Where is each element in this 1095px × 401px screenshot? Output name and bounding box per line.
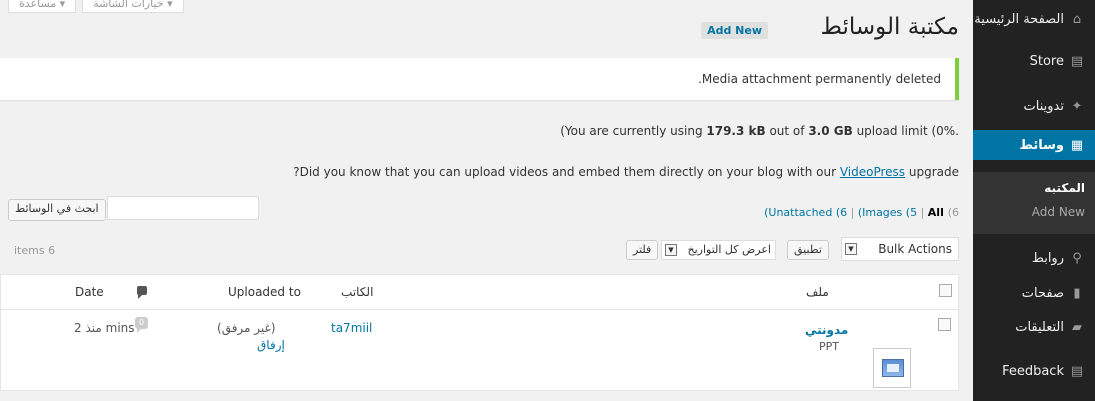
videopress-text-before: ?Did you know that you can upload videos… xyxy=(293,165,840,179)
filter-count: (6 xyxy=(947,206,959,219)
sidebar-item-comments[interactable]: التعليقات ▰ xyxy=(973,312,1095,342)
filter-count: (5 xyxy=(905,206,918,219)
filter-label: (Unattached xyxy=(764,206,833,219)
search-media-button[interactable]: ابحث في الوسائط xyxy=(8,199,106,221)
dropdown-arrow-icon: ▼ xyxy=(665,244,677,256)
media-icon: ▦ xyxy=(1070,137,1084,153)
notice-text: .Media attachment permanently deleted xyxy=(698,72,941,86)
usage-prefix: (You are currently using xyxy=(560,124,707,138)
usage-limit: 3.0 GB xyxy=(808,124,853,138)
sidebar-item-label: الصفحة الرئيسية xyxy=(974,11,1064,27)
filter-label: (Images xyxy=(857,206,903,219)
sidebar-item-label: روابط xyxy=(1031,250,1064,266)
sidebar-item-feedback[interactable]: Feedback ▤ xyxy=(973,356,1095,386)
media-search-input[interactable] xyxy=(107,196,259,220)
sidebar-item-label: صفحات xyxy=(1021,285,1064,301)
main-content: مساعدة ▾ خيارات الشاشة ▾ مكتبة الوسائط A… xyxy=(0,0,965,401)
upload-usage-text: (You are currently using 179.3 kB out of… xyxy=(560,124,959,138)
usage-used: 179.3 kB xyxy=(706,124,766,138)
screen-meta-tabs: مساعدة ▾ خيارات الشاشة ▾ xyxy=(8,0,184,13)
filter-count: (6 xyxy=(835,206,848,219)
column-header-file[interactable]: ملف xyxy=(806,285,829,299)
submenu-item-library[interactable]: المكتبه xyxy=(973,176,1095,200)
filter-label: All xyxy=(927,206,944,219)
filter-separator: | xyxy=(847,206,858,219)
help-tab[interactable]: مساعدة ▾ xyxy=(8,0,77,13)
column-header-author: الكاتب xyxy=(341,285,374,299)
page-icon: ▮ xyxy=(1073,285,1081,301)
uploaded-to-text: (غير مرفق) xyxy=(217,321,276,335)
select-all-checkbox[interactable] xyxy=(939,284,952,297)
videopress-promo: ?Did you know that you can upload videos… xyxy=(293,165,959,179)
row-checkbox[interactable] xyxy=(938,318,951,331)
cart-icon: ▤ xyxy=(1070,53,1084,69)
sidebar-item-label: تدوينات xyxy=(1023,98,1064,114)
add-new-button[interactable]: Add New xyxy=(701,22,768,39)
upload-date: منذ 2 mins xyxy=(74,321,135,335)
videopress-link[interactable]: VideoPress xyxy=(840,165,905,179)
feedback-icon: ▤ xyxy=(1070,363,1084,379)
bulk-actions-select[interactable]: Bulk Actions ▼ xyxy=(841,237,959,261)
usage-suffix: upload limit (0%. xyxy=(852,124,959,138)
filter-button[interactable]: فلتر xyxy=(626,240,659,260)
column-header-date[interactable]: Date xyxy=(75,285,104,299)
sidebar-item-media[interactable]: وسائط ▦ xyxy=(965,130,1095,160)
sidebar-item-store[interactable]: Store ▤ xyxy=(973,46,1095,76)
screen-options-tab[interactable]: خيارات الشاشة ▾ xyxy=(82,0,184,13)
sidebar-item-links[interactable]: روابط ⚲ xyxy=(973,243,1095,273)
filter-images[interactable]: (Images (5 xyxy=(858,206,917,219)
comments-column-icon[interactable] xyxy=(137,286,147,299)
dropdown-arrow-icon: ▼ xyxy=(845,243,857,255)
column-header-uploaded-to[interactable]: Uploaded to xyxy=(228,285,301,299)
attach-link[interactable]: إرفاق xyxy=(257,338,285,352)
notice-updated: .Media attachment permanently deleted xyxy=(0,58,959,100)
table-header: ملف الكاتب Uploaded to Date xyxy=(1,275,958,310)
filter-all[interactable]: All (6 xyxy=(928,206,959,219)
comment-count-bubble[interactable]: 0 xyxy=(135,317,148,333)
link-icon: ⚲ xyxy=(1072,250,1082,266)
home-icon: ⌂ xyxy=(1072,11,1082,27)
date-filter-label: اعرض كل التواريخ xyxy=(687,243,772,256)
sidebar-item-posts[interactable]: تدوينات ✦ xyxy=(973,91,1095,121)
sidebar-item-label: Store xyxy=(1029,53,1064,69)
file-title-link[interactable]: مدونتي xyxy=(805,323,848,337)
filter-separator: | xyxy=(917,206,928,219)
submenu-item-add-new[interactable]: Add New xyxy=(973,200,1095,224)
file-thumbnail[interactable] xyxy=(873,348,911,388)
sidebar-item-label: وسائط xyxy=(1019,137,1064,153)
filter-unattached[interactable]: (Unattached (6 xyxy=(764,206,847,219)
sidebar-item-label: Feedback xyxy=(1002,363,1064,379)
sidebar-item-pages[interactable]: صفحات ▮ xyxy=(973,278,1095,308)
admin-sidebar: الصفحة الرئيسية ⌂ Store ▤ تدوينات ✦ وسائ… xyxy=(965,0,1095,401)
file-type: PPT xyxy=(819,340,839,353)
sidebar-item-label: التعليقات xyxy=(1015,319,1064,335)
date-filter-select[interactable]: اعرض كل التواريخ ▼ xyxy=(661,240,776,260)
presentation-icon xyxy=(882,359,904,377)
items-count: items 6 xyxy=(14,244,56,257)
videopress-text-after: upgrade xyxy=(905,165,959,179)
page-title: مكتبة الوسائط xyxy=(820,14,959,40)
bulk-actions-label: Bulk Actions xyxy=(878,242,952,256)
sidebar-item-dashboard[interactable]: الصفحة الرئيسية ⌂ xyxy=(973,4,1095,34)
comment-icon: ▰ xyxy=(1072,319,1082,335)
filter-links: (Unattached (6 | (Images (5 | All (6 xyxy=(764,206,959,219)
pin-icon: ✦ xyxy=(1071,98,1083,114)
media-submenu: المكتبه Add New xyxy=(973,172,1095,234)
author-link[interactable]: ta7miil xyxy=(331,321,372,335)
usage-middle: out of xyxy=(765,124,809,138)
apply-button[interactable]: تطبيق xyxy=(787,240,829,260)
